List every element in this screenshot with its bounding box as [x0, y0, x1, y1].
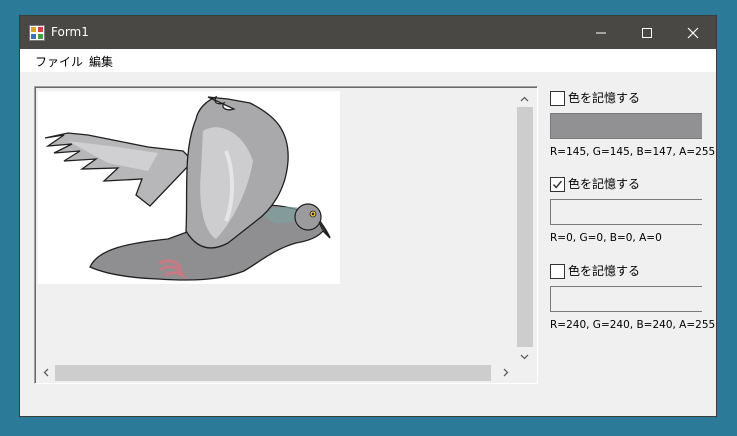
- image-viewer-panel[interactable]: [34, 86, 538, 384]
- horizontal-scrollbar[interactable]: [38, 364, 516, 382]
- winforms-app-icon: [29, 25, 45, 41]
- remember-color-label-3[interactable]: 色を記憶する: [568, 262, 640, 279]
- scroll-right-button[interactable]: [497, 364, 514, 381]
- minimize-button[interactable]: [578, 16, 624, 49]
- menu-edit[interactable]: 編集: [89, 53, 113, 70]
- color-swatch-2: [550, 199, 702, 225]
- vertical-scrollbar[interactable]: [516, 91, 534, 365]
- close-icon: [687, 27, 699, 39]
- main-window: Form1 ファイル 編集 色を記憶する R=145, G=145, B=147…: [20, 16, 716, 416]
- maximize-button[interactable]: [624, 16, 670, 49]
- scroll-up-button[interactable]: [516, 91, 533, 108]
- minimize-icon: [596, 32, 606, 34]
- remember-color-checkbox-3[interactable]: [550, 264, 565, 279]
- rgba-readout-2: R=0, G=0, B=0, A=0: [550, 232, 662, 244]
- checkmark-icon: [552, 180, 563, 189]
- rgba-readout-1: R=145, G=145, B=147, A=255: [550, 146, 716, 158]
- maximize-icon: [642, 28, 652, 38]
- scrollbar-corner: [516, 364, 534, 382]
- chevron-up-icon: [520, 96, 529, 102]
- title-bar[interactable]: Form1: [20, 16, 716, 49]
- menu-file[interactable]: ファイル: [35, 53, 83, 70]
- picture-box[interactable]: [38, 91, 340, 284]
- chevron-down-icon: [520, 354, 529, 360]
- color-swatch-1: [550, 113, 702, 139]
- chevron-right-icon: [503, 368, 509, 377]
- scroll-down-button[interactable]: [516, 348, 533, 365]
- scroll-left-button[interactable]: [38, 364, 55, 381]
- color-swatch-3: [550, 286, 702, 312]
- remember-color-label-2[interactable]: 色を記憶する: [568, 175, 640, 192]
- remember-color-checkbox-1[interactable]: [550, 91, 565, 106]
- pigeon-illustration: [44, 95, 331, 281]
- remember-color-label-1[interactable]: 色を記憶する: [568, 89, 640, 106]
- vertical-scroll-thumb[interactable]: [517, 107, 533, 347]
- remember-color-checkbox-2[interactable]: [550, 177, 565, 192]
- rgba-readout-3: R=240, G=240, B=240, A=255: [550, 319, 716, 331]
- horizontal-scroll-thumb[interactable]: [55, 365, 491, 381]
- close-button[interactable]: [670, 16, 716, 49]
- chevron-left-icon: [43, 368, 49, 377]
- menu-bar: ファイル 編集: [20, 49, 716, 72]
- window-title: Form1: [51, 25, 89, 39]
